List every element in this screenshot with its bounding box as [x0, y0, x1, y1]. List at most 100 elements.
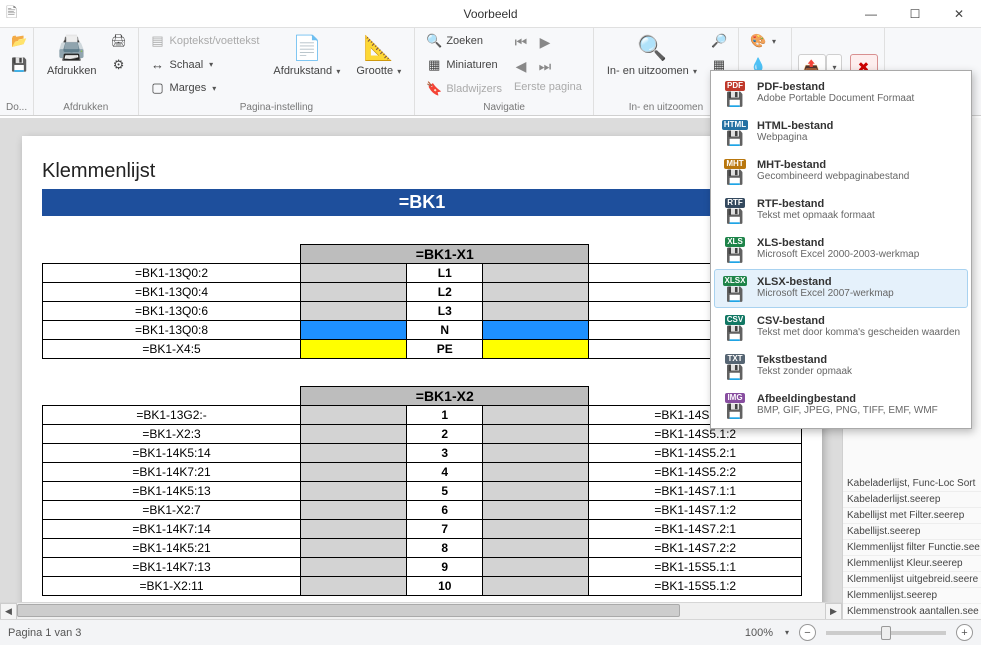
export-item-img[interactable]: IMG💾 AfbeeldingbestandBMP, GIF, JPEG, PNG… — [714, 386, 968, 425]
export-item-pdf[interactable]: PDF💾PDF-bestandAdobe Portable Document F… — [714, 74, 968, 113]
thumbnails-button[interactable]: ▦Miniaturen — [421, 54, 507, 76]
report-list-item[interactable]: Klemmenlijst uitgebreid.seere — [843, 572, 981, 588]
page-color-button[interactable]: 🎨▾ — [745, 30, 781, 52]
folder-open-icon: 📂 — [11, 33, 27, 49]
file-type-icon: HTML💾 — [721, 120, 749, 145]
scroll-thumb[interactable] — [17, 604, 680, 617]
gear-icon: ⚙ — [111, 57, 127, 73]
group-label-doc: Do... — [6, 100, 27, 115]
export-item-mht[interactable]: MHT💾 MHT-bestandGecombineerd webpaginabes… — [714, 152, 968, 191]
file-type-icon: IMG💾 — [721, 393, 749, 418]
maximize-button[interactable]: ☐ — [893, 1, 937, 27]
export-item-xlsx[interactable]: XLSX💾XLSX-bestandMicrosoft Excel 2007-we… — [714, 269, 968, 308]
chevron-down-icon: ▾ — [395, 67, 401, 76]
page-heading: Klemmenlijst — [42, 160, 802, 183]
report-list-item[interactable]: Kabellijst.seerep — [843, 524, 981, 540]
zoom-in-button[interactable]: + — [956, 624, 973, 641]
export-menu: PDF💾PDF-bestandAdobe Portable Document F… — [710, 70, 972, 429]
size-button[interactable]: 📐 Grootte ▾ — [349, 30, 408, 81]
export-item-rtf[interactable]: RTF💾RTF-bestandTekst met opmaak formaat — [714, 191, 968, 230]
report-list-item[interactable]: Klemmenlijst.seerep — [843, 588, 981, 604]
chevron-down-icon: ▾ — [772, 37, 776, 46]
export-item-subtitle: Tekst met door komma's gescheiden waarde… — [757, 327, 960, 338]
export-item-csv[interactable]: CSV💾CSV-bestandTekst met door komma's ge… — [714, 308, 968, 347]
export-item-title: HTML-bestand — [757, 120, 833, 132]
minimize-button[interactable]: — — [849, 1, 893, 27]
scroll-right-button[interactable]: ▶ — [825, 603, 842, 620]
header-footer-button[interactable]: ▤Koptekst/voettekst — [145, 30, 265, 52]
page-size-icon: 📐 — [364, 34, 394, 63]
last-page-button[interactable]: ⏭ — [533, 54, 557, 78]
chevron-down-icon: ▾ — [334, 67, 340, 76]
scroll-track[interactable] — [17, 603, 825, 620]
header-icon: ▤ — [150, 33, 166, 49]
open-button[interactable]: 📂 — [6, 30, 32, 52]
file-type-icon: XLS💾 — [721, 237, 749, 262]
zoom-out-button[interactable]: − — [799, 624, 816, 641]
scale-icon: ↔ — [150, 57, 166, 72]
export-item-txt[interactable]: TXT💾TekstbestandTekst zonder opmaak — [714, 347, 968, 386]
export-item-subtitle: Tekst zonder opmaak — [757, 366, 852, 377]
printer-icon: 🖨️ — [57, 34, 87, 63]
thumbnails-icon: ▦ — [426, 57, 442, 73]
export-item-subtitle: BMP, GIF, JPEG, PNG, TIFF, EMF, WMF — [757, 405, 938, 416]
export-item-subtitle: Microsoft Excel 2007-werkmap — [757, 288, 894, 299]
chevron-down-icon: ▾ — [212, 84, 216, 93]
status-bar: Pagina 1 van 3 100% ▾ − + — [0, 619, 981, 645]
margins-button[interactable]: ▢Marges▾ — [145, 77, 265, 99]
report-list-item[interactable]: Kabeladerlijst, Func-Loc Sort — [843, 476, 981, 492]
export-item-subtitle: Gecombineerd webpaginabestand — [757, 171, 909, 182]
zoom-dropdown[interactable]: ▾ — [785, 628, 789, 637]
page-counter: Pagina 1 van 3 — [8, 627, 81, 639]
report-list-item[interactable]: Klemmenlijst filter Functie.see — [843, 540, 981, 556]
file-type-icon: CSV💾 — [721, 315, 749, 340]
export-item-subtitle: Microsoft Excel 2000-2003-werkmap — [757, 249, 919, 260]
printer-small-icon: 🖨 — [111, 33, 127, 49]
prev-page-button[interactable]: ◀ — [509, 54, 533, 78]
report-list-item[interactable]: Kabellijst met Filter.seerep — [843, 508, 981, 524]
export-item-subtitle: Tekst met opmaak formaat — [757, 210, 875, 221]
save-button[interactable]: 💾 — [6, 54, 32, 76]
file-type-icon: XLSX💾 — [721, 276, 749, 301]
color-icon: 🎨 — [750, 33, 766, 49]
group-label-print: Afdrukken — [40, 100, 132, 115]
titlebar: 🖹 Voorbeeld — ☐ ✕ — [0, 0, 981, 28]
file-type-icon: PDF💾 — [721, 81, 749, 106]
margins-icon: ▢ — [150, 80, 166, 96]
first-page-button[interactable]: ⏮ — [509, 30, 533, 54]
window-title: Voorbeeld — [463, 7, 517, 21]
export-item-title: Afbeeldingbestand — [757, 393, 938, 405]
zoom-icon: 🔎 — [711, 33, 727, 49]
close-button[interactable]: ✕ — [937, 1, 981, 27]
report-list-item[interactable]: Klemmenlijst Kleur.seerep — [843, 556, 981, 572]
zoom-slider-knob[interactable] — [881, 626, 891, 640]
report-list-item[interactable]: Klemmenstrook aantallen.see — [843, 604, 981, 619]
chevron-down-icon: ▾ — [691, 67, 697, 76]
horizontal-scrollbar[interactable]: ◀ ▶ — [0, 602, 842, 619]
zoom-tool-button[interactable]: 🔎 — [706, 30, 732, 52]
export-item-html[interactable]: HTML💾 HTML-bestandWebpagina — [714, 113, 968, 152]
quick-print-button[interactable]: 🖨 — [106, 30, 132, 52]
zoom-button[interactable]: 🔍 In- en uitzoomen ▾ — [600, 30, 704, 81]
scroll-left-button[interactable]: ◀ — [0, 603, 17, 620]
blue-header: =BK1 — [42, 189, 802, 216]
print-settings-button[interactable]: ⚙ — [106, 54, 132, 76]
file-type-icon: RTF💾 — [721, 198, 749, 223]
scale-button[interactable]: ↔Schaal▾ — [145, 54, 265, 75]
bookmarks-button[interactable]: 🔖Bladwijzers — [421, 78, 507, 100]
print-button[interactable]: 🖨️ Afdrukken — [40, 30, 104, 81]
search-button[interactable]: 🔍Zoeken — [421, 30, 507, 52]
goto-page-label: Eerste pagina — [509, 78, 587, 96]
export-item-xls[interactable]: XLS💾XLS-bestandMicrosoft Excel 2000-2003… — [714, 230, 968, 269]
report-list-item[interactable]: Kabeladerlijst.seerep — [843, 492, 981, 508]
export-item-subtitle: Webpagina — [757, 132, 833, 143]
zoom-slider[interactable] — [826, 631, 946, 635]
export-item-title: MHT-bestand — [757, 159, 909, 171]
file-type-icon: MHT💾 — [721, 159, 749, 184]
terminal-table-2: =BK1-X2=BK1-13G2:-1=BK1-14S5.1:1=BK1-X2:… — [42, 359, 802, 597]
next-page-button[interactable]: ▶ — [533, 30, 557, 54]
export-item-subtitle: Adobe Portable Document Formaat — [757, 93, 914, 104]
file-type-icon: TXT💾 — [721, 354, 749, 379]
orientation-button[interactable]: 📄 Afdrukstand ▾ — [266, 30, 347, 81]
chevron-down-icon: ▾ — [209, 60, 213, 69]
